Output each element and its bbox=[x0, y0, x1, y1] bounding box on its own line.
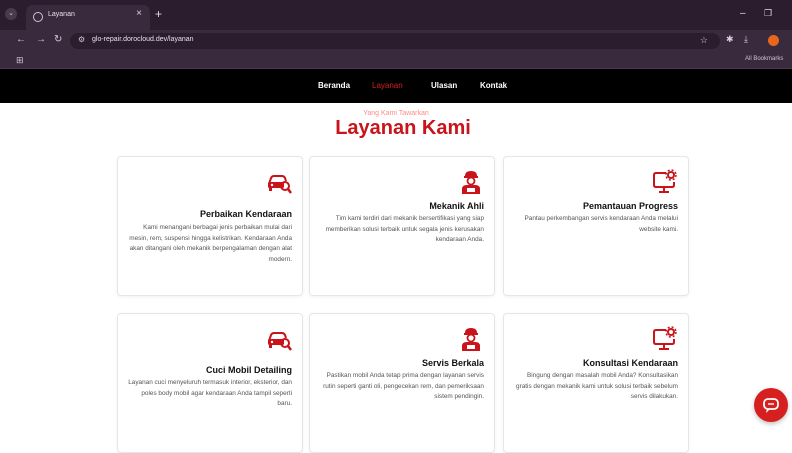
reload-icon[interactable]: ↻ bbox=[54, 34, 62, 45]
browser-toolbar: ← → ↻ ⚙ glo-repair.dorocloud.dev/layanan… bbox=[0, 30, 792, 52]
apps-grid-icon[interactable]: ⊞ bbox=[16, 55, 24, 66]
card-description: Tim kami terdiri dari mekanik bersertifi… bbox=[325, 215, 484, 244]
back-icon[interactable]: ← bbox=[16, 34, 26, 45]
nav-kontak[interactable]: Kontak bbox=[480, 81, 507, 90]
globe-icon bbox=[33, 12, 43, 22]
browser-tab-bar: ⌄ Layanan × + – ❐ bbox=[0, 0, 792, 30]
card-description: Bingung dengan masalah mobil Anda? Konsu… bbox=[516, 372, 678, 401]
url-text[interactable]: glo-repair.dorocloud.dev/layanan bbox=[92, 36, 194, 43]
address-bar[interactable]: ⚙ glo-repair.dorocloud.dev/layanan ☆ bbox=[70, 33, 720, 49]
car-repair-icon bbox=[268, 175, 292, 194]
service-card-perbaikan[interactable]: Perbaikan Kendaraan Kami menangani berba… bbox=[117, 156, 303, 296]
section-eyebrow: Yang Kami Tawarkan bbox=[363, 110, 429, 117]
car-repair-icon bbox=[268, 332, 292, 351]
restore-icon[interactable]: ❐ bbox=[764, 8, 772, 19]
new-tab-icon[interactable]: + bbox=[155, 7, 162, 21]
monitor-gear-icon bbox=[653, 169, 677, 193]
tab-search-icon[interactable]: ⌄ bbox=[5, 8, 17, 20]
chat-bubble-icon bbox=[763, 398, 779, 413]
service-card-servis[interactable]: Servis Berkala Pastikan mobil Anda tetap… bbox=[309, 313, 495, 453]
section-title: Layanan Kami bbox=[335, 117, 471, 139]
service-card-konsultasi[interactable]: Konsultasi Kendaraan Bingung dengan masa… bbox=[503, 313, 689, 453]
nav-layanan[interactable]: Layanan bbox=[372, 81, 403, 90]
chat-button[interactable] bbox=[754, 388, 788, 422]
site-navbar: Beranda Layanan Ulasan Kontak bbox=[0, 69, 792, 103]
card-description: Kami menangani berbagai jenis perbaikan … bbox=[129, 224, 292, 263]
service-card-pemantauan[interactable]: Pemantauan Progress Pantau perkembangan … bbox=[503, 156, 689, 296]
card-title: Perbaikan Kendaraan bbox=[199, 209, 292, 219]
mechanic-icon bbox=[462, 171, 480, 194]
extensions-icon[interactable]: ✱ bbox=[726, 34, 734, 45]
all-bookmarks-link[interactable]: All Bookmarks bbox=[745, 56, 783, 62]
card-title: Cuci Mobil Detailing bbox=[205, 365, 292, 375]
close-tab-icon[interactable]: × bbox=[136, 8, 142, 19]
nav-ulasan[interactable]: Ulasan bbox=[431, 81, 457, 90]
bookmarks-bar: ⊞ All Bookmarks bbox=[0, 52, 792, 69]
downloads-icon[interactable]: ⤓ bbox=[744, 34, 748, 45]
card-description: Layanan cuci menyeluruh termasuk interio… bbox=[128, 379, 292, 408]
forward-icon[interactable]: → bbox=[36, 34, 46, 45]
card-title: Mekanik Ahli bbox=[429, 201, 484, 211]
card-title: Servis Berkala bbox=[421, 358, 484, 368]
card-title: Pemantauan Progress bbox=[582, 201, 678, 211]
site-info-icon[interactable]: ⚙ bbox=[78, 35, 85, 44]
bookmark-star-icon[interactable]: ☆ bbox=[700, 35, 708, 46]
card-title: Konsultasi Kendaraan bbox=[582, 358, 678, 368]
mechanic-icon bbox=[462, 328, 480, 351]
nav-beranda[interactable]: Beranda bbox=[318, 81, 350, 90]
profile-avatar[interactable] bbox=[768, 35, 779, 46]
service-card-cuci[interactable]: Cuci Mobil Detailing Layanan cuci menyel… bbox=[117, 313, 303, 453]
minimize-icon[interactable]: – bbox=[740, 8, 746, 19]
monitor-gear-icon bbox=[653, 326, 677, 350]
card-description: Pastikan mobil Anda tetap prima dengan l… bbox=[323, 372, 484, 401]
browser-tab[interactable]: Layanan × bbox=[26, 5, 150, 30]
service-card-mekanik[interactable]: Mekanik Ahli Tim kami terdiri dari mekan… bbox=[309, 156, 495, 296]
card-description: Pantau perkembangan servis kendaraan And… bbox=[524, 215, 678, 233]
tab-title: Layanan bbox=[48, 11, 75, 18]
